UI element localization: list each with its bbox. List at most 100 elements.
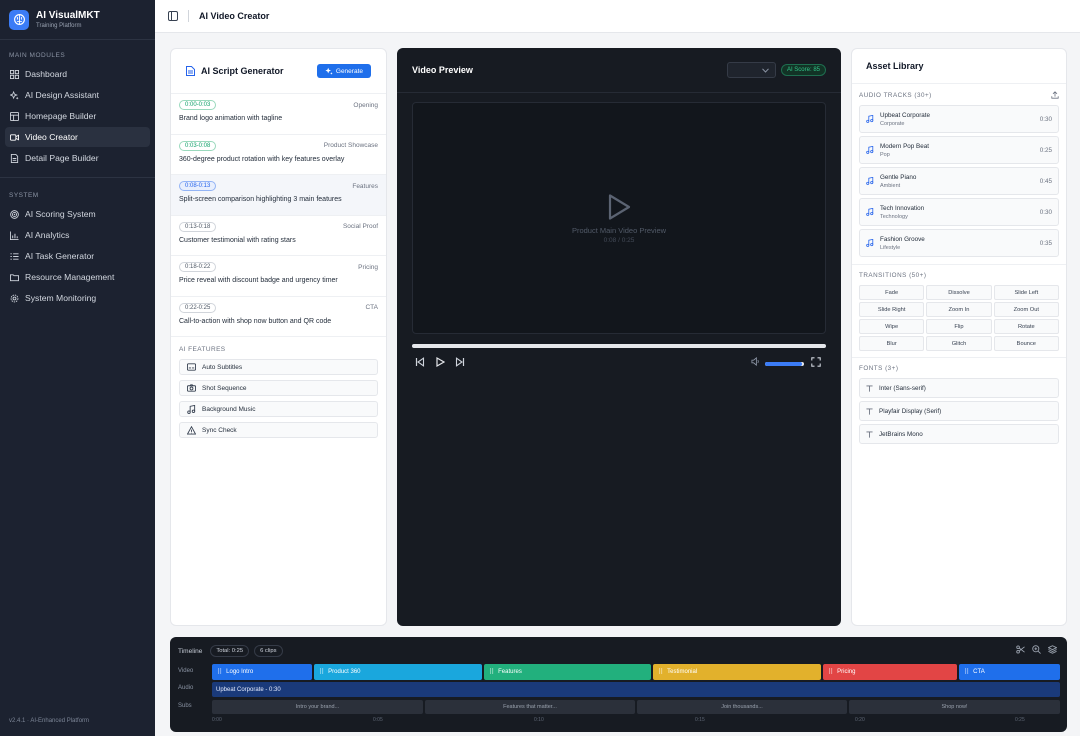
drag-handle-icon[interactable]: ⠿ bbox=[828, 668, 833, 676]
subtitle-clip[interactable]: Join thousands... bbox=[637, 700, 847, 714]
transition-item[interactable]: Bounce bbox=[993, 336, 1059, 351]
clip-label: Product 360 bbox=[328, 669, 361, 675]
transition-item[interactable]: Flip bbox=[926, 319, 992, 334]
skip-back-icon[interactable] bbox=[415, 357, 425, 367]
script-segment[interactable]: 0:13-0:18 Social Proof Customer testimoni… bbox=[171, 214, 386, 256]
fullscreen-icon[interactable] bbox=[811, 357, 821, 367]
script-segment-active[interactable]: 0:08-0:13 Features Split-screen compariso… bbox=[171, 174, 386, 215]
music-note-icon bbox=[866, 208, 874, 216]
skip-forward-icon[interactable] bbox=[455, 357, 465, 367]
main-modules-label: MAIN MODULES bbox=[9, 52, 66, 59]
time-tick: 0:20 bbox=[855, 717, 865, 723]
play-large-icon[interactable] bbox=[606, 193, 632, 221]
transition-item[interactable]: Slide Right bbox=[859, 302, 925, 317]
video-clip[interactable]: ⠿ Logo Intro bbox=[212, 664, 312, 680]
feature-auto-subtitles[interactable]: Auto Subtitles bbox=[179, 359, 378, 375]
audio-track-item[interactable]: Upbeat Corporate Corporate 0:30 bbox=[859, 105, 1059, 133]
feature-shot-sequence[interactable]: Shot Sequence bbox=[179, 380, 378, 396]
sidebar-item-dashboard[interactable]: Dashboard bbox=[5, 64, 150, 84]
clip-label: CTA bbox=[973, 669, 985, 675]
brain-logo-icon bbox=[9, 9, 29, 30]
font-item[interactable]: JetBrains Mono bbox=[859, 424, 1059, 444]
brand[interactable]: AI VisualMKT Training Platform bbox=[0, 0, 155, 40]
progress-bar[interactable] bbox=[412, 344, 826, 348]
subtitle-clip[interactable]: Features that matter... bbox=[425, 700, 635, 714]
segment-type: Opening bbox=[353, 101, 378, 109]
transition-item[interactable]: Rotate bbox=[993, 319, 1059, 334]
drag-handle-icon[interactable]: ⠿ bbox=[964, 668, 969, 676]
video-screen[interactable]: Product Main Video Preview 0:08 / 0:25 bbox=[412, 102, 826, 334]
scissors-icon[interactable] bbox=[1016, 645, 1025, 654]
top-bar: AI Video Creator bbox=[155, 0, 1080, 33]
script-segment[interactable]: 0:18-0:22 Pricing Price reveal with disco… bbox=[171, 255, 386, 296]
drag-handle-icon[interactable]: ⠿ bbox=[658, 668, 663, 676]
sidebar-item-resource-management[interactable]: Resource Management bbox=[5, 267, 150, 287]
clip-label: Testimonial bbox=[667, 669, 698, 675]
transition-item[interactable]: Zoom In bbox=[926, 302, 992, 317]
segment-type: CTA bbox=[365, 304, 378, 311]
script-segment[interactable]: 0:03-0:08 Product Showcase 360-degree pro… bbox=[171, 133, 386, 175]
generate-button[interactable]: Generate bbox=[316, 64, 371, 78]
sidebar-item-system-monitoring[interactable]: System Monitoring bbox=[5, 288, 150, 308]
transition-item[interactable]: Glitch bbox=[926, 336, 992, 351]
sidebar-item-video-creator[interactable]: Video Creator bbox=[5, 127, 150, 147]
sidebar-toggle-icon[interactable] bbox=[168, 11, 178, 21]
document-icon bbox=[10, 153, 19, 163]
upload-icon[interactable] bbox=[1051, 91, 1059, 99]
feature-label: Background Music bbox=[202, 405, 256, 413]
layers-icon[interactable] bbox=[1048, 645, 1057, 654]
subtitle-clip[interactable]: Shop now! bbox=[849, 700, 1060, 714]
font-item[interactable]: Playfair Display (Serif) bbox=[859, 401, 1059, 421]
sidebar-item-ai-task-generator[interactable]: AI Task Generator bbox=[5, 246, 150, 266]
script-segment[interactable]: 0:22-0:25 CTA Call-to-action with shop no… bbox=[171, 295, 386, 337]
preview-select[interactable] bbox=[726, 62, 776, 78]
transition-item[interactable]: Dissolve bbox=[926, 285, 992, 300]
font-name: JetBrains Mono bbox=[879, 430, 923, 438]
transition-item[interactable]: Slide Left bbox=[993, 285, 1059, 300]
audio-track-item[interactable]: Gentle Piano Ambient 0:45 bbox=[859, 167, 1059, 195]
track-genre: Ambient bbox=[880, 182, 901, 189]
zoom-in-icon[interactable] bbox=[1032, 645, 1041, 654]
video-clip[interactable]: ⠿ Product 360 bbox=[314, 664, 482, 680]
play-icon[interactable] bbox=[435, 357, 445, 367]
music-note-icon bbox=[866, 115, 874, 123]
video-placeholder-label: Product Main Video Preview bbox=[571, 226, 667, 235]
audio-track-item[interactable]: Fashion Groove Lifestyle 0:35 bbox=[859, 229, 1059, 257]
drag-handle-icon[interactable]: ⠿ bbox=[319, 668, 324, 676]
sidebar-item-ai-analytics[interactable]: AI Analytics bbox=[5, 225, 150, 245]
transition-item[interactable]: Zoom Out bbox=[993, 302, 1059, 317]
segment-type: Features bbox=[352, 182, 378, 190]
video-clip[interactable]: ⠿ Testimonial bbox=[653, 664, 821, 680]
volume-icon[interactable] bbox=[751, 357, 760, 366]
transition-item[interactable]: Fade bbox=[859, 285, 925, 300]
track-name: Gentle Piano bbox=[880, 173, 917, 181]
video-clip[interactable]: ⠿ Pricing bbox=[823, 664, 957, 680]
drag-handle-icon[interactable]: ⠿ bbox=[489, 668, 494, 676]
video-icon bbox=[10, 133, 19, 141]
volume-slider[interactable] bbox=[765, 362, 804, 366]
clip-label: Logo Intro bbox=[226, 669, 254, 675]
font-item[interactable]: Inter (Sans-serif) bbox=[859, 378, 1059, 398]
video-clip[interactable]: ⠿ Features bbox=[484, 664, 651, 680]
script-segment[interactable]: 0:00-0:03 Opening Brand logo animation wi… bbox=[171, 93, 386, 134]
video-clip[interactable]: ⠿ CTA bbox=[959, 664, 1060, 680]
sidebar-item-ai-scoring-system[interactable]: AI Scoring System bbox=[5, 204, 150, 224]
sidebar-item-ai-design-assistant[interactable]: AI Design Assistant bbox=[5, 85, 150, 105]
subtitle-clip[interactable]: Intro your brand... bbox=[212, 700, 423, 714]
generate-label: Generate bbox=[335, 67, 363, 75]
track-genre: Lifestyle bbox=[880, 244, 901, 251]
transition-item[interactable]: Blur bbox=[859, 336, 925, 351]
feature-sync-check[interactable]: Sync Check bbox=[179, 422, 378, 438]
sidebar-item-detail-page-builder[interactable]: Detail Page Builder bbox=[5, 148, 150, 168]
track-duration: 0:35 bbox=[1039, 239, 1052, 247]
segment-type: Pricing bbox=[358, 263, 378, 271]
audio-track-item[interactable]: Tech Innovation Technology 0:30 bbox=[859, 198, 1059, 226]
sidebar-item-homepage-builder[interactable]: Homepage Builder bbox=[5, 106, 150, 126]
transition-item[interactable]: Wipe bbox=[859, 319, 925, 334]
audio-track-item[interactable]: Modern Pop Beat Pop 0:25 bbox=[859, 136, 1059, 164]
audio-clip[interactable]: Upbeat Corporate - 0:30 bbox=[212, 682, 1060, 697]
chevron-down-icon bbox=[762, 67, 769, 73]
sidebar-item-label: Video Creator bbox=[25, 132, 78, 142]
drag-handle-icon[interactable]: ⠿ bbox=[217, 668, 222, 676]
feature-background-music[interactable]: Background Music bbox=[179, 401, 378, 417]
